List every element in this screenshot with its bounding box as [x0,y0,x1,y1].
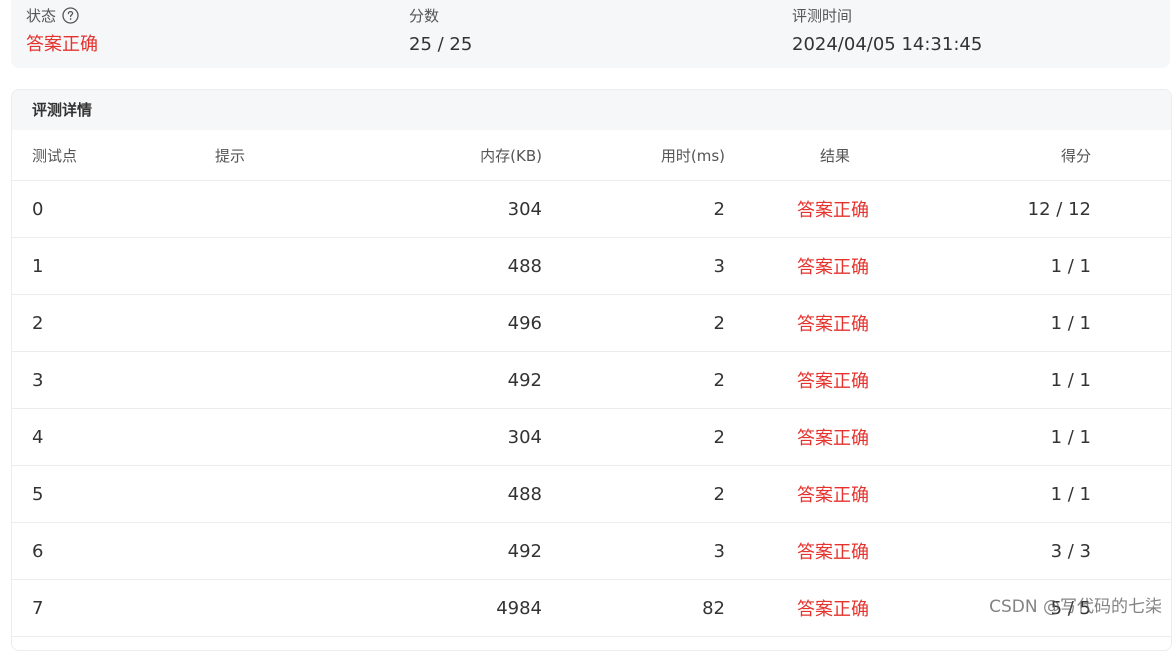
judge-time-column: 评测时间 2024/04/05 14:31:45 [792,5,982,57]
test-point-score: 1 / 1 [1050,369,1091,391]
test-point-result: 答案正确 [797,599,869,620]
column-header-hint: 提示 [215,146,246,165]
test-point-result: 答案正确 [797,371,869,392]
score-value: 25 / 25 [409,34,473,55]
test-point-id: 5 [32,483,44,505]
test-point-id: 7 [32,597,44,619]
status-label: 状态 [26,6,57,25]
submission-summary: 状态 答案正确 分数 25 / 25 评测时间 2024/04/05 14:31… [11,0,1170,68]
watermark: CSDN @写代码的七柒 [989,597,1162,617]
status-label-row: 状态 [26,5,98,25]
test-point-result: 答案正确 [797,428,869,449]
test-point-result: 答案正确 [797,257,869,278]
test-point-id: 1 [32,255,44,277]
table-row: 1 488 3 答案正确 1 / 1 [12,238,1171,295]
column-header-test-point: 测试点 [32,146,78,165]
test-point-memory: 492 [507,540,542,562]
status-column: 状态 答案正确 [26,5,98,57]
test-point-memory: 4984 [496,597,542,619]
test-point-score: 1 / 1 [1050,255,1091,277]
test-point-time: 2 [713,312,725,334]
judge-time-value: 2024/04/05 14:31:45 [792,34,983,55]
column-header-memory: 内存(KB) [480,146,542,165]
test-point-memory: 496 [507,312,542,334]
test-point-time: 2 [713,483,725,505]
test-point-id: 0 [32,198,44,220]
column-header-result: 结果 [820,146,851,165]
question-circle-icon[interactable] [62,6,79,24]
test-point-score: 12 / 12 [1027,198,1091,220]
test-point-score: 1 / 1 [1050,312,1091,334]
test-point-time: 3 [713,255,725,277]
test-point-time: 2 [713,369,725,391]
test-point-id: 6 [32,540,44,562]
table-row: 6 492 3 答案正确 3 / 3 [12,523,1171,580]
test-point-memory: 492 [507,369,542,391]
test-point-memory: 304 [507,198,542,220]
judge-details-panel: 评测详情 测试点 提示 内存(KB) 用时(ms) 结果 得分 0 304 2 … [11,89,1172,651]
test-point-memory: 304 [507,426,542,448]
test-point-score: 3 / 3 [1050,540,1091,562]
test-point-id: 2 [32,312,44,334]
judge-time-label: 评测时间 [792,6,853,25]
test-point-time: 2 [713,198,725,220]
test-point-score: 1 / 1 [1050,483,1091,505]
score-label: 分数 [409,6,440,25]
test-point-time: 82 [702,597,725,619]
table-row: 4 304 2 答案正确 1 / 1 [12,409,1171,466]
table-row: 0 304 2 答案正确 12 / 12 [12,181,1171,238]
test-point-result: 答案正确 [797,314,869,335]
test-point-result: 答案正确 [797,542,869,563]
test-point-memory: 488 [507,483,542,505]
test-point-time: 3 [713,540,725,562]
score-column: 分数 25 / 25 [409,5,472,57]
test-point-id: 3 [32,369,44,391]
column-header-time: 用时(ms) [660,146,725,165]
column-header-score: 得分 [1060,146,1091,165]
test-point-score: 1 / 1 [1050,426,1091,448]
table-row: 2 496 2 答案正确 1 / 1 [12,295,1171,352]
test-point-memory: 488 [507,255,542,277]
details-table-header: 测试点 提示 内存(KB) 用时(ms) 结果 得分 [12,130,1171,181]
test-point-result: 答案正确 [797,485,869,506]
details-title: 评测详情 [12,90,1171,130]
test-point-id: 4 [32,426,44,448]
table-row: 3 492 2 答案正确 1 / 1 [12,352,1171,409]
status-value: 答案正确 [26,34,98,55]
table-row: 5 488 2 答案正确 1 / 1 [12,466,1171,523]
test-point-time: 2 [713,426,725,448]
test-point-result: 答案正确 [797,200,869,221]
